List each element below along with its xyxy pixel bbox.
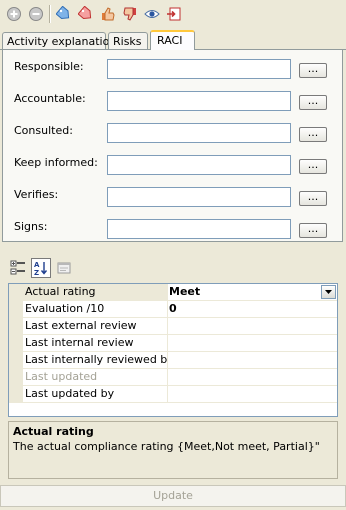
property-help-panel: Actual rating The actual compliance rati… bbox=[8, 421, 338, 479]
signs-field[interactable] bbox=[107, 219, 291, 239]
property-name: Evaluation /10 bbox=[23, 301, 168, 317]
keep-informed-field[interactable] bbox=[107, 155, 291, 175]
raci-panel: Responsible: ... Accountable: ... Consul… bbox=[2, 50, 343, 242]
keep-informed-label: Keep informed: bbox=[14, 156, 98, 169]
responsible-row: Responsible: ... bbox=[3, 59, 344, 81]
property-name: Last updated bbox=[23, 369, 168, 385]
add-circle-icon[interactable] bbox=[4, 4, 24, 24]
svg-text:A: A bbox=[34, 261, 40, 269]
tag-red-icon[interactable] bbox=[76, 4, 96, 24]
thumbs-up-icon[interactable] bbox=[98, 4, 118, 24]
tab-activity-explanation[interactable]: Activity explanation bbox=[2, 32, 116, 49]
responsible-browse-button[interactable]: ... bbox=[299, 63, 327, 78]
signs-row: Signs: ... bbox=[3, 219, 344, 241]
toolbar-separator bbox=[49, 5, 51, 23]
accountable-row: Accountable: ... bbox=[3, 91, 344, 113]
update-button[interactable]: Update bbox=[0, 485, 346, 507]
verifies-label: Verifies: bbox=[14, 188, 59, 201]
actual-rating-select[interactable]: Meet bbox=[166, 284, 337, 300]
main-toolbar bbox=[0, 0, 346, 28]
keep-informed-row: Keep informed: ... bbox=[3, 155, 344, 177]
property-row-last-internally-reviewed-by[interactable]: Last internally reviewed by bbox=[9, 352, 337, 369]
help-title: Actual rating bbox=[13, 425, 94, 438]
property-name: Last external review bbox=[23, 318, 168, 334]
verifies-browse-button[interactable]: ... bbox=[299, 191, 327, 206]
property-name: Last internal review bbox=[23, 335, 168, 351]
responsible-field[interactable] bbox=[107, 59, 291, 79]
property-row-evaluation[interactable]: Evaluation /10 0 bbox=[9, 301, 337, 318]
property-grid-toolbar: AZ bbox=[8, 257, 77, 279]
accountable-browse-button[interactable]: ... bbox=[299, 95, 327, 110]
tab-strip: Activity explanation Risks RACI bbox=[0, 30, 346, 50]
row-margin bbox=[9, 335, 23, 351]
property-value[interactable] bbox=[166, 352, 337, 368]
property-row-last-internal-review[interactable]: Last internal review bbox=[9, 335, 337, 352]
signs-browse-button[interactable]: ... bbox=[299, 223, 327, 238]
row-margin bbox=[9, 352, 23, 368]
verifies-field[interactable] bbox=[107, 187, 291, 207]
alphabetical-icon[interactable]: AZ bbox=[31, 258, 51, 278]
property-row-actual-rating[interactable]: Actual rating Meet bbox=[9, 284, 337, 301]
thumbs-down-icon[interactable] bbox=[120, 4, 140, 24]
property-row-last-updated-by[interactable]: Last updated by bbox=[9, 386, 337, 403]
property-value: Meet bbox=[169, 285, 201, 298]
help-description: The actual compliance rating {Meet,Not m… bbox=[13, 440, 320, 453]
eye-icon[interactable] bbox=[142, 4, 162, 24]
property-value[interactable]: 0 bbox=[166, 301, 337, 317]
property-value bbox=[166, 369, 337, 385]
accountable-label: Accountable: bbox=[14, 92, 86, 105]
property-name: Last updated by bbox=[23, 386, 168, 402]
row-margin bbox=[9, 369, 23, 385]
property-pages-icon[interactable] bbox=[54, 258, 74, 278]
tab-risks[interactable]: Risks bbox=[108, 32, 148, 49]
row-margin bbox=[9, 284, 23, 300]
row-margin bbox=[9, 318, 23, 334]
property-row-last-external-review[interactable]: Last external review bbox=[9, 318, 337, 335]
property-grid: Actual rating Meet Evaluation /10 0 Last… bbox=[8, 283, 338, 417]
tab-raci[interactable]: RACI bbox=[150, 30, 195, 50]
property-row-last-updated: Last updated bbox=[9, 369, 337, 386]
row-margin bbox=[9, 386, 23, 402]
consulted-field[interactable] bbox=[107, 123, 291, 143]
consulted-row: Consulted: ... bbox=[3, 123, 344, 145]
verifies-row: Verifies: ... bbox=[3, 187, 344, 209]
property-name: Last internally reviewed by bbox=[25, 352, 168, 368]
remove-circle-icon[interactable] bbox=[26, 4, 46, 24]
property-name: Actual rating bbox=[23, 284, 168, 300]
property-value[interactable] bbox=[166, 335, 337, 351]
responsible-label: Responsible: bbox=[14, 60, 84, 73]
keep-informed-browse-button[interactable]: ... bbox=[299, 159, 327, 174]
consulted-label: Consulted: bbox=[14, 124, 73, 137]
row-margin bbox=[9, 301, 23, 317]
chevron-down-icon[interactable] bbox=[321, 285, 336, 299]
svg-text:Z: Z bbox=[34, 269, 39, 276]
accountable-field[interactable] bbox=[107, 91, 291, 111]
categorized-icon[interactable] bbox=[8, 258, 28, 278]
property-value[interactable] bbox=[166, 386, 337, 402]
signs-label: Signs: bbox=[14, 220, 48, 233]
consulted-browse-button[interactable]: ... bbox=[299, 127, 327, 142]
tag-blue-icon[interactable] bbox=[54, 4, 74, 24]
property-value[interactable] bbox=[166, 318, 337, 334]
export-icon[interactable] bbox=[164, 4, 184, 24]
